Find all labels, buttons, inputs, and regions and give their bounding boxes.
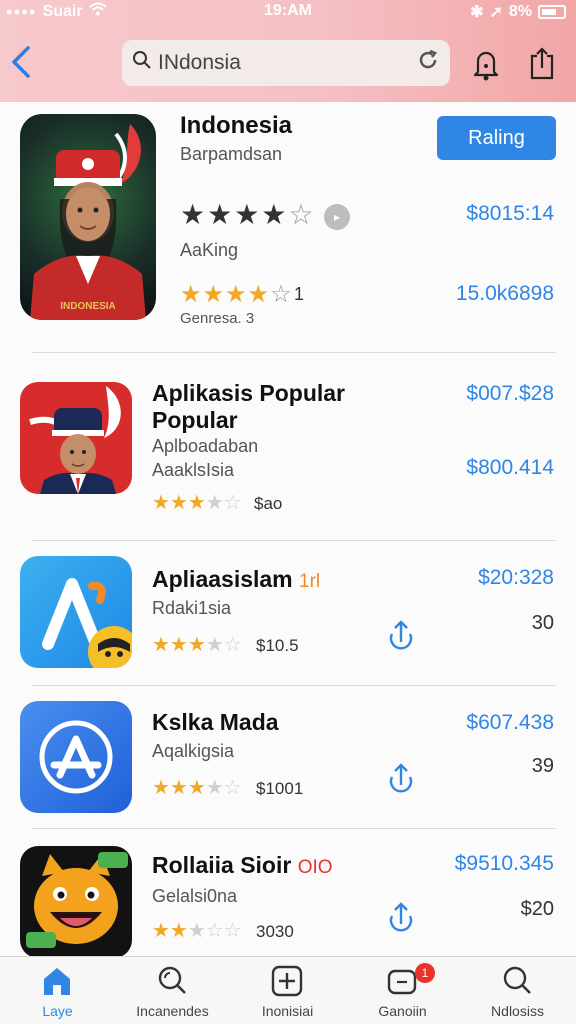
app-icon-store[interactable] [20, 701, 132, 813]
featured-app-image[interactable]: INDONESIA [20, 114, 156, 320]
status-bar: ●●●● Suair 19:AM ✱ ➚ 8% [0, 0, 576, 24]
item-price: $20:328 [478, 566, 554, 589]
app-icon-game[interactable] [20, 846, 132, 958]
featured-rating-count: 1 [294, 284, 305, 304]
app-icon-islam[interactable] [20, 556, 132, 668]
item-subtitle: Aqalkigsia [152, 741, 235, 761]
item-title: Apliaasislam 1rl [152, 566, 320, 595]
featured-subtitle: Barpamdsan [180, 144, 283, 164]
rating-button[interactable]: Raling [437, 116, 556, 160]
item-meta: $10.5 [256, 636, 299, 655]
tab-label: Inonisiai [261, 1003, 314, 1019]
tab-label: Ndlosiss [491, 1003, 544, 1019]
item-number: 30 [531, 612, 554, 634]
item-rating-stars: ★★★★☆ [152, 634, 242, 656]
featured-user-stars: ★★★★☆ [180, 281, 293, 308]
battery-percent: 8% [508, 3, 532, 20]
share-icon[interactable] [386, 618, 416, 652]
notification-badge: 1 [415, 963, 435, 983]
item-title-text: Rollaiia Sioir [152, 852, 292, 878]
header: ●●●● Suair 19:AM ✱ ➚ 8% INdonsia [0, 0, 576, 102]
tab-add[interactable]: Inonisiai [230, 957, 345, 1024]
item-title: Rollaiia Sioir OIO [152, 852, 333, 881]
reload-icon[interactable] [416, 48, 440, 79]
home-icon [44, 968, 70, 995]
item-title-text: Apliaasislam [152, 566, 293, 592]
featured-genre: Genresa. 3 [180, 310, 255, 327]
item-number: 39 [531, 755, 554, 777]
tab-home[interactable]: Laye [0, 957, 115, 1024]
search-bar[interactable]: INdonsia [122, 40, 450, 86]
item-price: $9510.345 [454, 852, 554, 875]
list-item[interactable]: Apliaasislam 1rl Rdaki1sia ★★★★☆ $10.5 $… [0, 540, 576, 685]
back-button[interactable] [4, 42, 38, 86]
item-title: Aplikasis Popular Popular [152, 380, 346, 433]
app-icon-popular[interactable] [20, 382, 132, 494]
tab-label: Laye [42, 1003, 73, 1019]
tab-bar: Laye Incanendes Inonisiai 1 Ganoiin Ndlo… [0, 956, 576, 1024]
item-tag: OIO [297, 857, 333, 878]
item-meta: 3030 [256, 922, 294, 941]
item-number: $20 [520, 898, 554, 920]
divider [32, 352, 556, 353]
item-price: $607.438 [466, 711, 554, 734]
item-tag: 1rl [299, 571, 321, 592]
bluetooth-icon: ✱ [470, 4, 484, 21]
item-price-secondary: $800.414 [466, 456, 554, 479]
location-icon: ➚ [489, 4, 503, 21]
battery-icon [538, 5, 566, 19]
featured-image-caption: INDONESIA [60, 301, 116, 312]
featured-rating-stars: ★★★★☆ [180, 199, 316, 230]
search-input[interactable]: INdonsia [158, 51, 416, 75]
item-subtitle: Gelalsi0na [152, 886, 238, 906]
featured-label: AaKing [180, 240, 239, 260]
status-right: ✱ ➚ 8% [470, 2, 566, 22]
featured-price: $8015:14 [466, 202, 554, 225]
app-screen: ●●●● Suair 19:AM ✱ ➚ 8% INdonsia INDONES… [0, 0, 576, 1024]
share-icon[interactable] [528, 46, 556, 82]
featured-app[interactable]: INDONESIA Indonesia Barpamdsan Raling ★★… [0, 102, 576, 352]
tab-label: Ganoiin [378, 1003, 427, 1019]
tab-search[interactable]: Incanendes [115, 957, 230, 1024]
list-item[interactable]: Aplikasis Popular Popular Aplboadaban Aa… [0, 366, 576, 540]
plus-icon [271, 965, 303, 997]
tab-search-secondary[interactable]: Ndlosiss [460, 957, 575, 1024]
list-item[interactable]: Kslka Mada Aqalkigsia ★★★★☆ $1001 $607.4… [0, 685, 576, 828]
item-meta: $ao [254, 494, 283, 513]
item-meta: $1001 [256, 779, 304, 798]
item-price: $007.$28 [466, 382, 554, 405]
search-icon [132, 50, 152, 76]
featured-title: Indonesia [180, 112, 293, 139]
item-rating-stars: ★★★☆☆ [152, 920, 242, 942]
search-icon [158, 966, 186, 994]
item-subtitle-secondary: AaaklsIsia [152, 460, 235, 480]
featured-secondary-price: 15.0k6898 [455, 282, 554, 305]
share-icon[interactable] [386, 761, 416, 795]
info-icon[interactable]: ▸ [324, 204, 350, 230]
item-rating-stars: ★★★★☆ [152, 777, 242, 799]
chevron-left-icon [12, 46, 30, 78]
list-item[interactable]: Rollaiia Sioir OIO Gelalsi0na ★★★☆☆ 3030… [0, 828, 576, 958]
tab-notifications[interactable]: 1 Ganoiin [345, 957, 460, 1024]
tab-label: Incanendes [136, 1003, 209, 1019]
notification-icon [387, 969, 417, 995]
item-subtitle: Aplboadaban [152, 436, 259, 456]
item-rating-stars: ★★★★☆ [152, 492, 242, 514]
item-title: Kslka Mada [152, 709, 279, 735]
search-icon [503, 966, 531, 994]
bell-icon[interactable] [470, 46, 502, 82]
share-icon[interactable] [386, 900, 416, 934]
item-subtitle: Rdaki1sia [152, 598, 232, 618]
